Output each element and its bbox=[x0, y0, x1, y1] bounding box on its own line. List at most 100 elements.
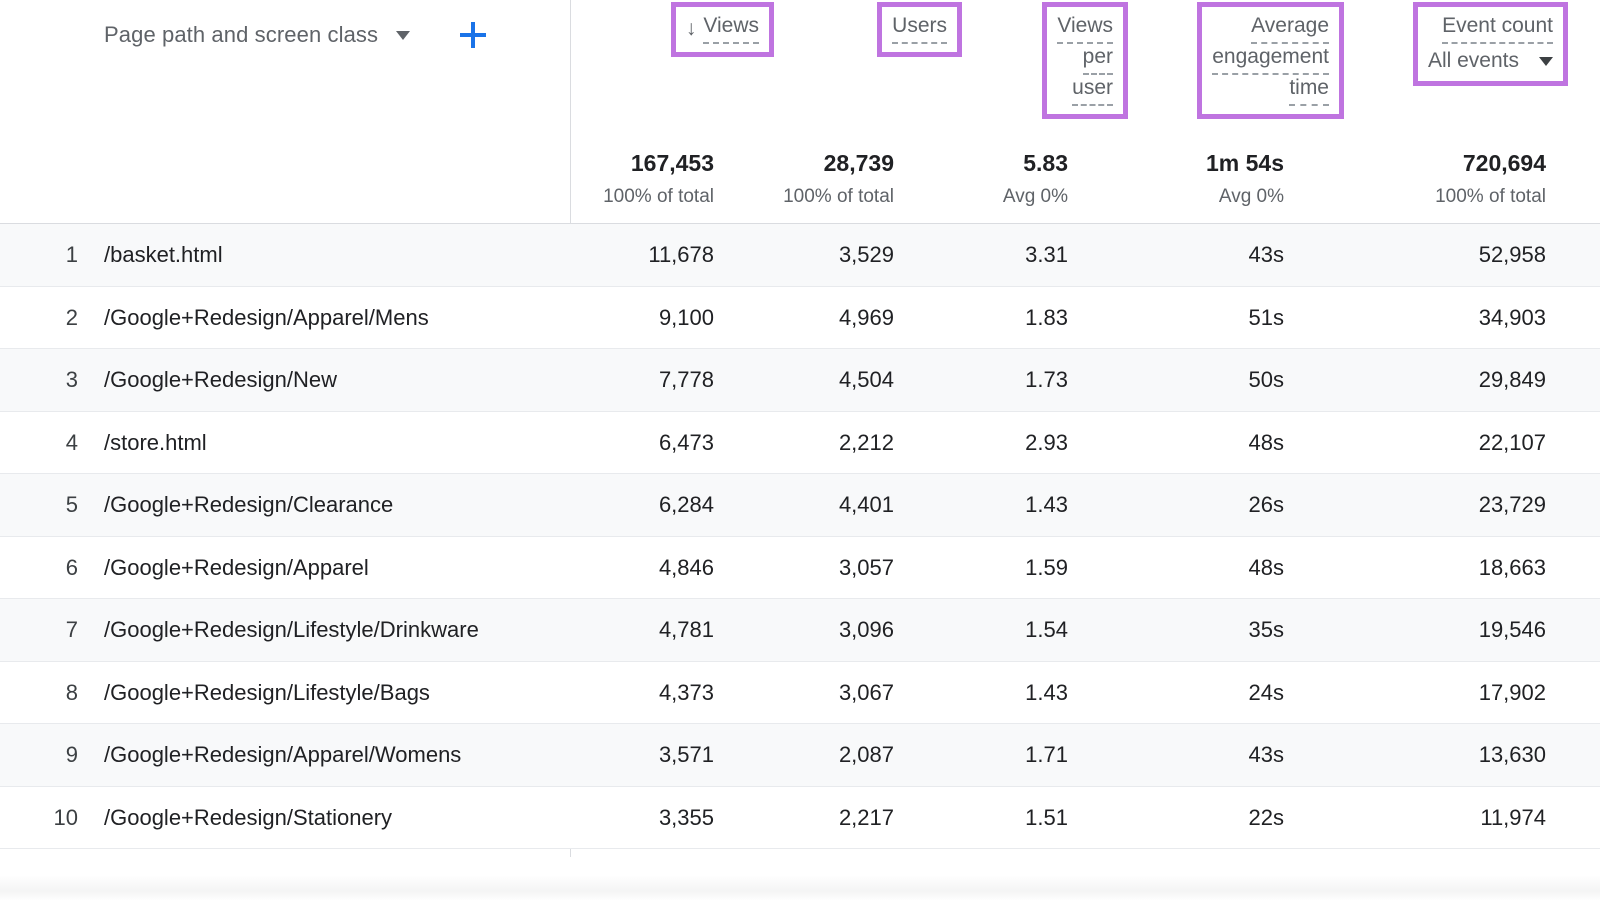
metric-header-event-count[interactable]: Event count All events bbox=[1344, 0, 1568, 148]
totals-row: 167,453 100% of total 28,739 100% of tot… bbox=[570, 148, 1600, 224]
cell-users: 2,087 bbox=[694, 724, 894, 787]
chevron-down-icon[interactable] bbox=[396, 31, 410, 40]
metric-label-time: time bbox=[1289, 75, 1329, 106]
cell-event-count: 19,546 bbox=[1296, 599, 1546, 662]
row-page-path[interactable]: /Google+Redesign/New bbox=[104, 349, 337, 412]
total-subtext: Avg 0% bbox=[888, 184, 1068, 210]
metric-label-average: Average bbox=[1251, 13, 1329, 44]
chevron-down-icon[interactable] bbox=[1539, 57, 1553, 66]
metric-label-per: per bbox=[1083, 44, 1113, 75]
cell-views-per-user: 1.83 bbox=[888, 287, 1068, 350]
cell-event-count: 13,630 bbox=[1296, 724, 1546, 787]
row-page-path[interactable]: /Google+Redesign/Apparel/Mens bbox=[104, 287, 429, 350]
total-subtext: 100% of total bbox=[694, 184, 894, 210]
highlight-box-views-per-user: Views per user bbox=[1042, 2, 1128, 119]
cell-event-count: 29,849 bbox=[1296, 349, 1546, 412]
cell-avg-engagement-time: 50s bbox=[1084, 349, 1284, 412]
row-page-path[interactable]: /Google+Redesign/Lifestyle/Bags bbox=[104, 662, 430, 725]
bottom-shadow bbox=[0, 875, 1600, 901]
total-event-count: 720,694 100% of total bbox=[1296, 148, 1546, 210]
cell-avg-engagement-time: 51s bbox=[1084, 287, 1284, 350]
cell-event-count: 34,903 bbox=[1296, 287, 1546, 350]
dimension-selector[interactable]: Page path and screen class bbox=[0, 18, 570, 52]
row-index: 2 bbox=[0, 287, 78, 350]
metric-header-avg-engagement-time[interactable]: Average engagement time bbox=[1128, 0, 1344, 148]
cell-avg-engagement-time: 48s bbox=[1084, 412, 1284, 475]
total-subtext: 100% of total bbox=[1296, 184, 1546, 210]
table-row[interactable]: 1/basket.html11,6783,5293.3143s52,958 bbox=[0, 224, 1600, 287]
table-row[interactable]: 2/Google+Redesign/Apparel/Mens 9,1004,969… bbox=[0, 287, 1600, 350]
total-users: 28,739 100% of total bbox=[694, 148, 894, 210]
row-index: 6 bbox=[0, 537, 78, 600]
total-value: 720,694 bbox=[1296, 148, 1546, 178]
cell-views: 6,473 bbox=[494, 412, 714, 475]
cell-avg-engagement-time: 24s bbox=[1084, 662, 1284, 725]
total-subtext: Avg 0% bbox=[1084, 184, 1284, 210]
total-views-per-user: 5.83 Avg 0% bbox=[888, 148, 1068, 210]
cell-views-per-user: 1.51 bbox=[888, 787, 1068, 850]
plus-icon[interactable] bbox=[460, 22, 486, 48]
highlight-box-users: Users bbox=[877, 2, 962, 57]
row-page-path[interactable]: /Google+Redesign/Stationery bbox=[104, 787, 392, 850]
row-page-path[interactable]: /basket.html bbox=[104, 224, 223, 287]
metric-label-event-count: Event count bbox=[1442, 13, 1553, 44]
cell-views-per-user: 1.43 bbox=[888, 474, 1068, 537]
table-row[interactable]: 4/store.html6,4732,2122.9348s22,107 bbox=[0, 412, 1600, 475]
row-index: 3 bbox=[0, 349, 78, 412]
total-avg-engagement-time: 1m 54s Avg 0% bbox=[1084, 148, 1284, 210]
row-index: 10 bbox=[0, 787, 78, 850]
row-index: 1 bbox=[0, 224, 78, 287]
row-page-path[interactable]: /Google+Redesign/Apparel bbox=[104, 537, 369, 600]
metric-header-views[interactable]: ↓ Views bbox=[570, 0, 774, 148]
cell-views: 4,846 bbox=[494, 537, 714, 600]
metric-label-views: Views bbox=[703, 13, 759, 44]
arrow-down-icon[interactable]: ↓ bbox=[686, 16, 697, 42]
cell-users: 3,096 bbox=[694, 599, 894, 662]
highlight-box-event-count: Event count All events bbox=[1413, 2, 1568, 86]
row-page-path[interactable]: /Google+Redesign/Apparel/Womens bbox=[104, 724, 461, 787]
total-value: 1m 54s bbox=[1084, 148, 1284, 178]
cell-avg-engagement-time: 43s bbox=[1084, 724, 1284, 787]
table-row[interactable]: 5/Google+Redesign/Clearance6,2844,4011.4… bbox=[0, 474, 1600, 537]
row-page-path[interactable]: /store.html bbox=[104, 412, 207, 475]
metric-header-views-per-user[interactable]: Views per user bbox=[962, 0, 1128, 148]
cell-event-count: 22,107 bbox=[1296, 412, 1546, 475]
metric-label-users: Users bbox=[892, 13, 947, 44]
highlight-box-avg-engagement-time: Average engagement time bbox=[1197, 2, 1344, 119]
metric-header-users[interactable]: Users bbox=[774, 0, 962, 148]
table-row[interactable]: 9/Google+Redesign/Apparel/Womens3,5712,0… bbox=[0, 724, 1600, 787]
cell-event-count: 18,663 bbox=[1296, 537, 1546, 600]
table-row[interactable]: 3/Google+Redesign/New7,7784,5041.7350s29… bbox=[0, 349, 1600, 412]
table-row[interactable]: 8/Google+Redesign/Lifestyle/Bags4,3733,0… bbox=[0, 662, 1600, 725]
table-row[interactable]: 6/Google+Redesign/Apparel4,8463,0571.594… bbox=[0, 537, 1600, 600]
row-index: 9 bbox=[0, 724, 78, 787]
cell-avg-engagement-time: 43s bbox=[1084, 224, 1284, 287]
row-index: 5 bbox=[0, 474, 78, 537]
row-index: 4 bbox=[0, 412, 78, 475]
cell-users: 4,504 bbox=[694, 349, 894, 412]
row-page-path[interactable]: /Google+Redesign/Lifestyle/Drinkware bbox=[104, 599, 479, 662]
metric-label-user: user bbox=[1072, 75, 1113, 106]
event-scope-select[interactable]: All events bbox=[1428, 49, 1553, 73]
table-row[interactable]: 10/Google+Redesign/Stationery3,3552,2171… bbox=[0, 787, 1600, 850]
cell-event-count: 52,958 bbox=[1296, 224, 1546, 287]
event-scope-value: All events bbox=[1428, 49, 1519, 73]
total-value: 28,739 bbox=[694, 148, 894, 178]
cell-views: 4,373 bbox=[494, 662, 714, 725]
cell-event-count: 17,902 bbox=[1296, 662, 1546, 725]
cell-views-per-user: 1.59 bbox=[888, 537, 1068, 600]
cell-avg-engagement-time: 22s bbox=[1084, 787, 1284, 850]
total-value: 167,453 bbox=[494, 148, 714, 178]
cell-users: 4,969 bbox=[694, 287, 894, 350]
highlight-box-views: ↓ Views bbox=[671, 2, 774, 57]
row-page-path[interactable]: /Google+Redesign/Clearance bbox=[104, 474, 393, 537]
table-row[interactable]: 7/Google+Redesign/Lifestyle/Drinkware4,7… bbox=[0, 599, 1600, 662]
cell-event-count: 23,729 bbox=[1296, 474, 1546, 537]
cell-views: 9,100 bbox=[494, 287, 714, 350]
cell-avg-engagement-time: 26s bbox=[1084, 474, 1284, 537]
cell-views-per-user: 1.54 bbox=[888, 599, 1068, 662]
cell-avg-engagement-time: 35s bbox=[1084, 599, 1284, 662]
cell-views: 4,781 bbox=[494, 599, 714, 662]
cell-users: 3,057 bbox=[694, 537, 894, 600]
cell-users: 4,401 bbox=[694, 474, 894, 537]
